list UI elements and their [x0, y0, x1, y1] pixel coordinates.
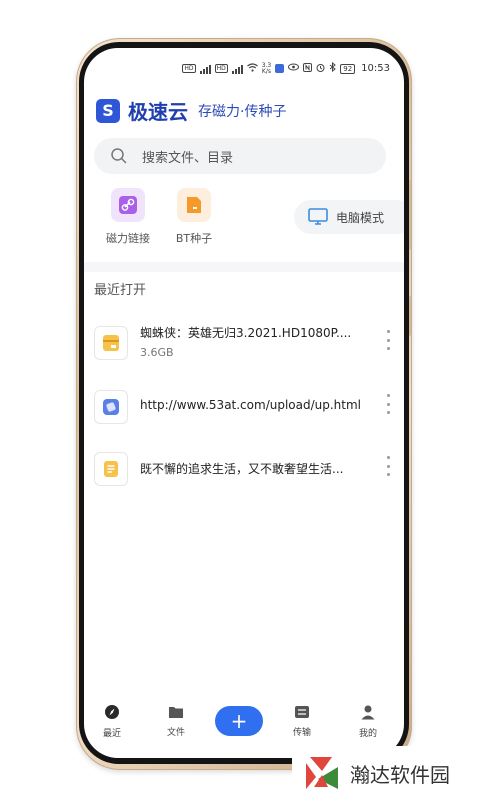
recent-item[interactable]: 既不懈的追求生活，又不敢奢望生活...	[84, 444, 404, 500]
app-notification-icon	[275, 64, 285, 73]
bt-file-icon	[177, 188, 211, 222]
app-header: S 极速云 存磁力·传种子	[96, 96, 286, 125]
document-icon	[94, 452, 128, 486]
bottom-nav: 最近 文件 + 传输 我的	[84, 698, 404, 746]
nav-files[interactable]: 文件	[154, 704, 198, 738]
magnet-link-tool[interactable]: 磁力链接	[98, 188, 158, 246]
nav-recent-label: 最近	[102, 729, 121, 739]
user-icon	[361, 705, 375, 720]
battery-icon: 92	[340, 63, 356, 74]
pc-mode-button[interactable]: 电脑模式	[294, 200, 404, 234]
search-bar[interactable]: 搜索文件、目录	[94, 138, 386, 174]
nav-transfer[interactable]: 传输	[280, 704, 324, 738]
clock: 10:53	[361, 63, 390, 74]
section-divider	[84, 262, 404, 272]
nav-files-label: 文件	[166, 728, 185, 738]
more-options-icon[interactable]	[386, 456, 390, 476]
bt-seed-tool[interactable]: BT种子	[164, 188, 224, 246]
signal-icon-2	[231, 64, 243, 74]
status-bar: HD HD 3.3 K/s 92 10:53	[84, 61, 404, 80]
phone-screen: HD HD 3.3 K/s 92 10:53 S 极速云 存磁力·传种子 搜索文…	[84, 48, 404, 758]
hd-icon-2: HD	[214, 64, 228, 73]
watermark-logo-icon	[306, 757, 338, 789]
nfc-icon	[303, 62, 313, 75]
folder-icon	[169, 707, 183, 718]
app-name: 极速云	[128, 100, 188, 124]
recent-item[interactable]: 蜘蛛侠：英雄无归3.2021.HD1080P.... 3.6GB	[84, 318, 404, 374]
app-slogan: 存磁力·传种子	[198, 103, 287, 120]
recent-item-name: 既不懈的追求生活，又不敢奢望生活...	[140, 462, 344, 476]
nav-transfer-label: 传输	[292, 728, 311, 738]
recent-item-name: 蜘蛛侠：英雄无归3.2021.HD1080P....	[140, 326, 352, 340]
hd-icon: HD	[182, 64, 196, 73]
recent-item-name: http://www.53at.com/upload/up.html	[140, 398, 360, 412]
link-file-icon	[94, 390, 128, 424]
transfer-icon	[295, 706, 309, 718]
recent-item[interactable]: http://www.53at.com/upload/up.html	[84, 382, 404, 438]
compass-icon	[105, 705, 119, 719]
app-logo: S	[96, 98, 120, 123]
monitor-icon	[308, 208, 328, 225]
bluetooth-icon	[329, 61, 337, 75]
nav-mine-label: 我的	[358, 729, 377, 739]
bt-archive-icon	[94, 326, 128, 360]
pc-mode-label: 电脑模式	[336, 210, 385, 225]
more-options-icon[interactable]	[386, 394, 390, 414]
alarm-icon	[316, 63, 325, 75]
recent-item-size: 3.6GB	[140, 346, 174, 359]
nav-mine[interactable]: 我的	[346, 704, 390, 739]
watermark-text: 瀚达软件园	[350, 762, 450, 787]
nav-recent[interactable]: 最近	[90, 704, 134, 739]
search-placeholder: 搜索文件、目录	[142, 150, 234, 166]
wifi-icon	[246, 62, 258, 75]
recent-title: 最近打开	[94, 283, 147, 298]
more-options-icon[interactable]	[386, 330, 390, 350]
watermark: 瀚达软件园	[292, 746, 480, 800]
signal-icon	[199, 64, 211, 74]
add-button[interactable]: +	[215, 706, 263, 736]
magnet-link-label: 磁力链接	[106, 232, 150, 245]
net-speed-unit: K/s	[261, 67, 272, 75]
search-icon	[111, 148, 127, 164]
eye-icon	[288, 63, 300, 74]
link-icon	[111, 188, 145, 222]
bt-seed-label: BT种子	[175, 232, 213, 245]
